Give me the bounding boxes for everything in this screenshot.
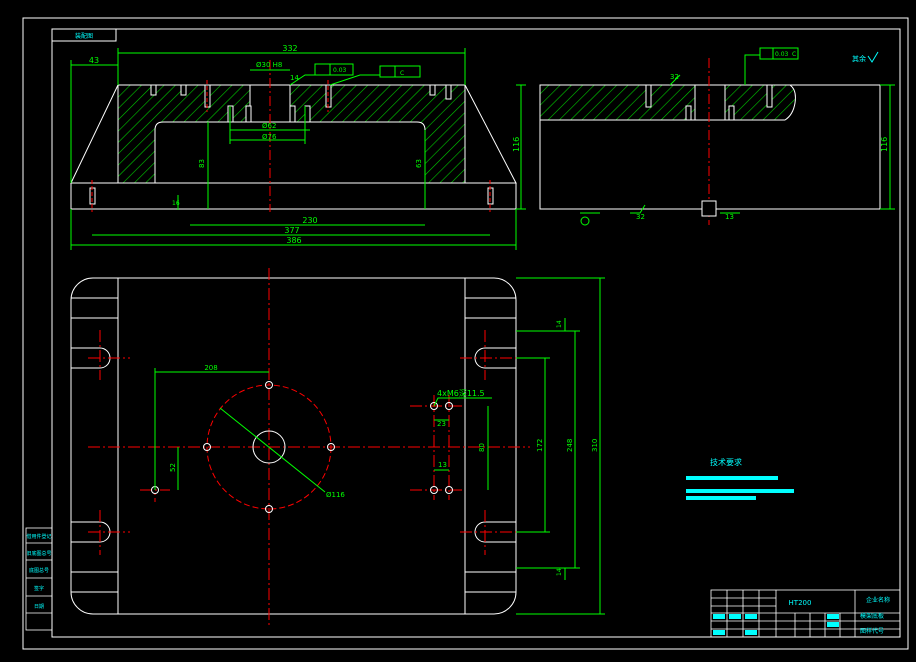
dim-flatness: 0.03 xyxy=(333,67,347,74)
title-material: HT200 xyxy=(789,599,812,607)
plan-view xyxy=(70,268,530,625)
side-view xyxy=(539,58,881,225)
side-dim-height: 116 xyxy=(880,137,889,152)
front-base xyxy=(70,182,517,210)
side-dim-offset: 13 xyxy=(725,213,734,221)
title-drawing-no: 图样代号 xyxy=(860,627,884,635)
dim-base-height: 16 xyxy=(172,200,180,207)
side-dim-angle: 32 xyxy=(670,73,679,81)
side-dim-angle-bottom: 32 xyxy=(636,213,645,221)
dim-left-offset: 43 xyxy=(89,56,99,65)
dim-span-outer: 386 xyxy=(286,236,301,245)
dim-overall-width: 332 xyxy=(282,44,297,53)
cad-drawing-sheet: 装配图 其余 332 43 Ø30 H8 0.03 C 14 Ø62 Ø76 8… xyxy=(22,17,909,650)
plan-dim-248: 248 xyxy=(566,439,574,452)
side-hatched-section xyxy=(539,84,796,121)
plan-dim-172: 172 xyxy=(536,439,544,452)
plan-dim-80: 80 xyxy=(478,443,486,452)
dim-bore-dia: Ø30 H8 xyxy=(256,61,282,69)
title-tab: 装配图 xyxy=(75,32,93,40)
tech-req-line-1 xyxy=(686,476,778,480)
plan-dim-52: 52 xyxy=(169,463,177,472)
left-tab-5: 日期 xyxy=(34,604,44,610)
dim-flatness-datum: C xyxy=(400,70,404,77)
left-tab-4: 签字 xyxy=(34,585,44,592)
left-tab-1: 借用件登记 xyxy=(26,533,51,540)
tech-req-line-3 xyxy=(686,496,756,500)
title-company: 企业名称 xyxy=(866,596,890,604)
plan-dim-small: 23 xyxy=(437,420,446,428)
left-tabs xyxy=(25,527,53,631)
surface-note: 其余 xyxy=(852,54,866,63)
dim-height-total: 116 xyxy=(512,137,521,152)
tech-req-line-2 xyxy=(686,489,794,493)
dim-height-left: 83 xyxy=(198,159,206,168)
dim-large-dia: Ø76 xyxy=(262,133,277,141)
plan-dim-14-top: 14 xyxy=(556,320,563,328)
plan-dim-hole-spacing: 208 xyxy=(204,364,217,372)
front-right-rib xyxy=(464,84,517,184)
left-tab-2: 旧底图总号 xyxy=(26,550,51,557)
dim-depth: 14 xyxy=(290,74,299,82)
title-part-name: 模架底板 xyxy=(860,612,884,620)
front-left-rib xyxy=(70,84,119,184)
side-view-dimensions xyxy=(580,47,895,226)
side-dim-datum: C xyxy=(792,51,796,58)
dim-span-mid: 377 xyxy=(284,226,299,235)
plan-dim-pcd: Ø116 xyxy=(326,491,345,499)
dim-height-right: 63 xyxy=(415,159,423,168)
dim-span-inner: 230 xyxy=(302,216,317,225)
plan-dim-14-bottom: 14 xyxy=(556,568,563,576)
tech-req-title: 技术要求 xyxy=(710,457,742,467)
plan-dim-310: 310 xyxy=(591,439,599,452)
plan-dim-hole-note: 4xM6深11.5 xyxy=(437,389,485,398)
surface-finish-symbol xyxy=(867,51,879,63)
dim-small-dia: Ø62 xyxy=(262,122,276,130)
plan-dim-hole-gap: 13 xyxy=(438,461,447,469)
left-tab-3: 底图总号 xyxy=(29,567,49,574)
front-hatched-section xyxy=(117,84,466,184)
side-dim-parallelism: 0.03 xyxy=(775,51,789,58)
